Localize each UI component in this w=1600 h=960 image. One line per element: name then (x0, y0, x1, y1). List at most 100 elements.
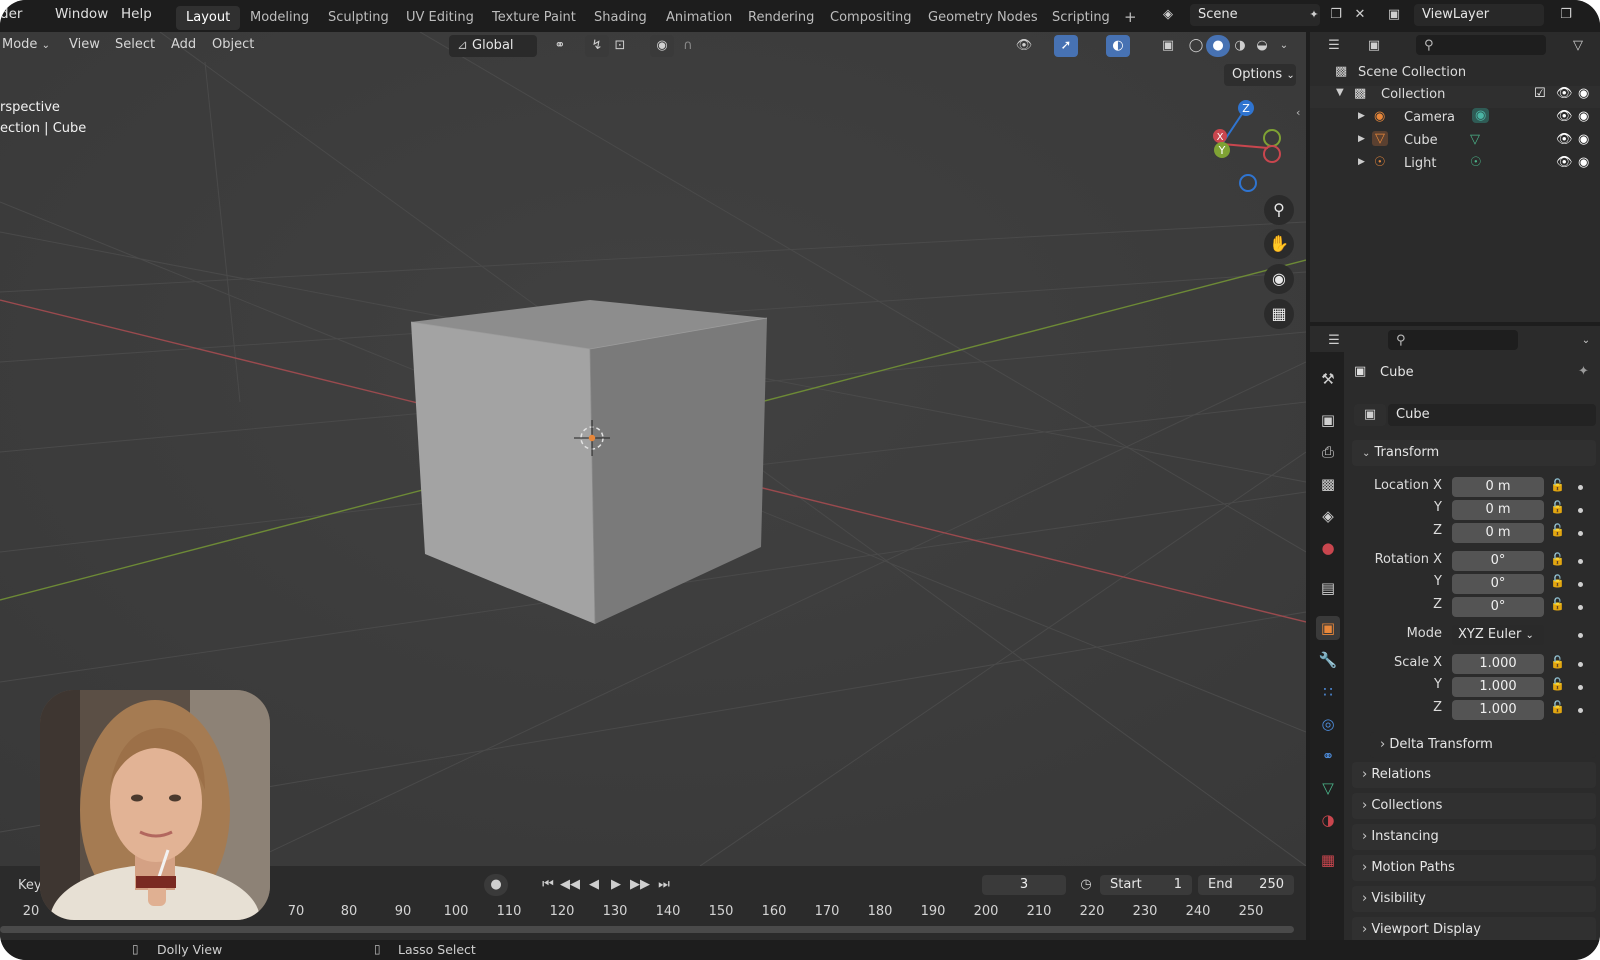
rotation-z-field[interactable]: 0° (1452, 597, 1544, 617)
tab-shading[interactable]: Shading (584, 6, 657, 30)
scene-name-field[interactable]: Scene (1190, 4, 1320, 26)
outliner-item-cube[interactable]: ▶ ▽ Cube ▽ 👁 ◉ (1310, 131, 1600, 154)
pivot-point-icon[interactable]: ⚭ (548, 35, 572, 57)
object-name-field[interactable]: Cube (1388, 404, 1596, 426)
tab-texture-paint[interactable]: Texture Paint (482, 6, 586, 30)
transform-panel-header[interactable]: ⌄ Transform (1352, 440, 1596, 466)
display-mode-icon[interactable]: ▣ (1362, 35, 1386, 57)
proportional-edit-icon[interactable]: ◉ (650, 35, 674, 57)
collection-tab-icon[interactable]: ▤ (1316, 576, 1340, 600)
jump-end-icon[interactable]: ⏭ (652, 874, 676, 896)
outliner-search-input[interactable]: ⚲ (1416, 35, 1546, 55)
editor-type-icon[interactable]: ☰ (1322, 35, 1346, 57)
lock-icon[interactable]: 🔓 (1550, 700, 1565, 714)
shading-options-icon[interactable]: ⌄ (1272, 35, 1296, 57)
filter-icon[interactable]: ▽ (1566, 35, 1590, 57)
tab-compositing[interactable]: Compositing (820, 6, 922, 30)
new-view-layer-icon[interactable]: ❐ (1554, 4, 1578, 26)
navigation-gizmo[interactable]: Z X Y (1204, 98, 1294, 198)
object-tab-icon[interactable]: ▣ (1316, 616, 1340, 640)
menu-window[interactable]: Window (55, 6, 108, 22)
pin-scene-icon[interactable]: ✦ (1302, 4, 1326, 26)
relations-panel-header[interactable]: › Relations (1352, 762, 1596, 788)
scale-y-field[interactable]: 1.000 (1452, 677, 1544, 697)
select-menu[interactable]: Select (115, 37, 155, 52)
particles-tab-icon[interactable]: ∷ (1316, 680, 1340, 704)
neg-z-axis-handle[interactable] (1239, 174, 1257, 192)
lock-icon[interactable]: 🔓 (1550, 597, 1565, 611)
expand-arrow-icon[interactable]: ▶ (1358, 111, 1365, 121)
tool-tab-icon[interactable]: ⚒ (1316, 367, 1340, 391)
object-data-browse-icon[interactable]: ▣ (1354, 404, 1386, 426)
tab-rendering[interactable]: Rendering (738, 6, 824, 30)
keyframe-dot-icon[interactable] (1578, 559, 1583, 564)
light-data-icon[interactable]: ☉ (1470, 155, 1482, 170)
delete-scene-icon[interactable]: ✕ (1348, 4, 1372, 26)
options-dropdown[interactable]: Options ⌄ (1224, 64, 1296, 86)
lock-icon[interactable]: 🔓 (1550, 552, 1565, 566)
zoom-icon[interactable]: ⚲ (1264, 195, 1294, 225)
tab-scripting[interactable]: Scripting (1042, 6, 1120, 30)
snap-target-icon[interactable]: ⊡ (608, 35, 632, 57)
lock-icon[interactable]: 🔓 (1550, 500, 1565, 514)
visibility-toggle-icon[interactable]: 👁 (1012, 35, 1036, 57)
keyframe-dot-icon[interactable] (1578, 708, 1583, 713)
location-z-field[interactable]: 0 m (1452, 523, 1544, 543)
material-shading-icon[interactable]: ◑ (1228, 35, 1252, 57)
location-y-field[interactable]: 0 m (1452, 500, 1544, 520)
view-layer-tab-icon[interactable]: ▩ (1316, 472, 1340, 496)
expand-arrow-icon[interactable]: ▶ (1358, 157, 1365, 167)
play-reverse-icon[interactable]: ◀ (582, 874, 606, 896)
instancing-panel-header[interactable]: › Instancing (1352, 824, 1596, 850)
render-camera-icon[interactable]: ◉ (1578, 109, 1589, 124)
tab-geometry-nodes[interactable]: Geometry Nodes (918, 6, 1048, 30)
scene-tab-icon[interactable]: ◈ (1316, 504, 1340, 528)
tab-animation[interactable]: Animation (656, 6, 742, 30)
keyframe-dot-icon[interactable] (1578, 662, 1583, 667)
checkbox-icon[interactable]: ☑ (1534, 86, 1546, 101)
expand-arrow-icon[interactable]: ▶ (1358, 134, 1365, 144)
keyframe-dot-icon[interactable] (1578, 605, 1583, 610)
solid-shading-icon[interactable]: ● (1206, 35, 1230, 57)
outliner-item-light[interactable]: ▶ ☉ Light ☉ 👁 ◉ (1310, 155, 1600, 177)
add-workspace-button[interactable]: + (1114, 6, 1147, 30)
keyframe-dot-icon[interactable] (1578, 633, 1583, 638)
mesh-data-icon[interactable]: ▽ (1470, 132, 1480, 147)
play-icon[interactable]: ▶ (604, 874, 628, 896)
neg-x-axis-handle[interactable] (1263, 145, 1281, 163)
pin-icon[interactable]: ✦ (1578, 364, 1589, 379)
lock-icon[interactable]: 🔓 (1550, 523, 1565, 537)
keyframe-dot-icon[interactable] (1578, 582, 1583, 587)
view-layer-field[interactable]: ViewLayer (1414, 4, 1544, 26)
preview-range-icon[interactable]: ◷ (1074, 874, 1098, 896)
render-camera-icon[interactable]: ◉ (1578, 132, 1589, 147)
properties-options-icon[interactable]: ⌄ (1574, 330, 1598, 352)
rendered-shading-icon[interactable]: ◒ (1250, 35, 1274, 57)
current-frame-field[interactable]: 3 (982, 875, 1066, 895)
lock-icon[interactable]: 🔓 (1550, 478, 1565, 492)
gizmo-toggle-icon[interactable]: ➚ (1054, 35, 1078, 57)
transform-orientation-dropdown[interactable]: ⊿ Global (449, 35, 537, 57)
material-tab-icon[interactable]: ◑ (1316, 808, 1340, 832)
ortho-grid-icon[interactable]: ▦ (1264, 299, 1294, 329)
physics-tab-icon[interactable]: ◎ (1316, 712, 1340, 736)
menu-help[interactable]: Help (121, 6, 152, 22)
record-icon[interactable]: ● (484, 874, 508, 896)
motion-paths-panel-header[interactable]: › Motion Paths (1352, 855, 1596, 881)
object-menu[interactable]: Object (212, 37, 254, 52)
properties-editor-type-icon[interactable]: ☰ (1322, 330, 1346, 352)
new-scene-icon[interactable]: ❐ (1324, 4, 1348, 26)
next-keyframe-icon[interactable]: ▶▶ (628, 874, 652, 896)
wireframe-shading-icon[interactable]: ◯ (1184, 35, 1208, 57)
render-camera-icon[interactable]: ◉ (1578, 86, 1589, 101)
camera-view-icon[interactable]: ◉ (1264, 264, 1294, 294)
lock-icon[interactable]: 🔓 (1550, 574, 1565, 588)
rotation-mode-dropdown[interactable]: XYZ Euler ⌄ (1452, 625, 1544, 645)
tab-uv-editing[interactable]: UV Editing (396, 6, 484, 30)
eye-icon[interactable]: 👁 (1556, 86, 1573, 101)
outliner-item-camera[interactable]: ▶ ◉ Camera ◉ 👁 ◉ (1310, 108, 1600, 131)
expand-arrow-icon[interactable]: ▼ (1336, 87, 1344, 98)
scene-selector-icon[interactable]: ◈ (1156, 4, 1180, 26)
menu-blender[interactable]: der (0, 6, 22, 22)
keyframe-dot-icon[interactable] (1578, 685, 1583, 690)
